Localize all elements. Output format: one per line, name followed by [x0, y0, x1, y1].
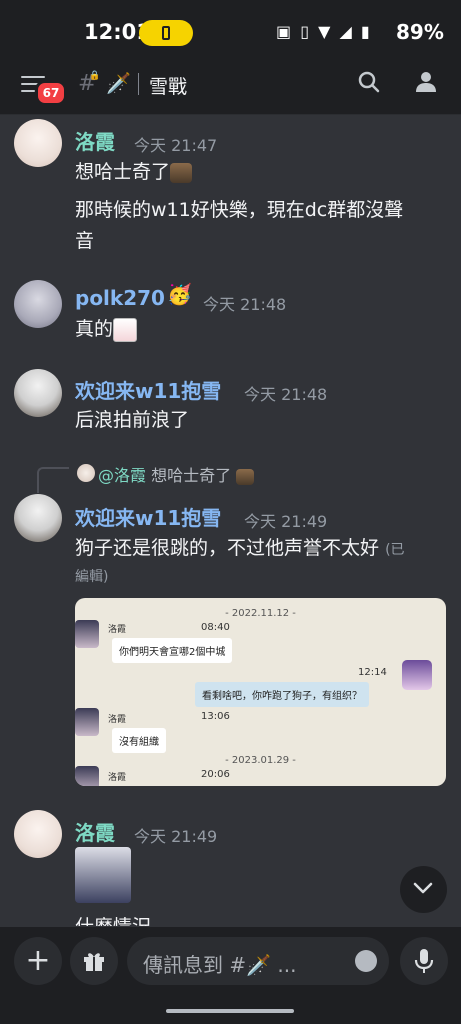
gift-icon	[84, 953, 104, 971]
timestamp: 20:06	[201, 769, 230, 780]
home-indicator	[166, 1009, 294, 1013]
anime-emoji-icon	[113, 317, 138, 342]
author-name[interactable]: 洛霞	[75, 126, 115, 155]
edited-label: 編輯)	[75, 569, 109, 585]
members-icon[interactable]	[413, 70, 439, 94]
channel-header: 67 # 🔒 🗡️ 雪戰	[0, 62, 461, 115]
battery-percent: 89%	[396, 20, 444, 44]
plus-icon: +	[25, 943, 51, 978]
avatar[interactable]	[14, 369, 62, 417]
party-emoji-icon: 🥳	[167, 282, 192, 306]
avatar	[75, 766, 99, 786]
sender-name: 洛霞	[108, 715, 127, 725]
timestamp: 12:14	[358, 667, 387, 678]
scroll-to-bottom-button[interactable]	[400, 866, 447, 913]
anime-sticker	[75, 847, 131, 903]
channel-emoji: 🗡️	[106, 71, 131, 95]
reply-avatar	[77, 464, 95, 482]
avatar	[402, 660, 432, 690]
cat-emoji-icon	[170, 162, 193, 183]
cat-emoji-icon	[236, 468, 255, 485]
date-divider: - 2022.11.12 -	[225, 608, 296, 619]
avatar	[75, 620, 99, 648]
timestamp: 今天 21:48	[203, 295, 287, 314]
author-name[interactable]: 欢迎来w11抱雪	[75, 502, 221, 531]
emoji-picker-icon[interactable]	[355, 950, 377, 972]
chevron-down-icon	[413, 882, 433, 894]
author-name[interactable]: polk270	[75, 286, 165, 310]
divider	[138, 73, 139, 95]
timestamp: 今天 21:48	[244, 385, 328, 404]
lock-icon: 🔒	[89, 71, 101, 81]
timestamp: 13:06	[201, 711, 230, 722]
timestamp: 今天 21:49	[134, 827, 218, 846]
microphone-icon	[414, 949, 434, 973]
add-attachment-button[interactable]: +	[14, 937, 62, 985]
reply-connector	[37, 467, 69, 493]
gift-button[interactable]	[70, 937, 118, 985]
status-icons: ▣ ▯ ▼ ◢ ▮	[276, 22, 372, 41]
voice-message-button[interactable]	[400, 937, 448, 985]
battery-saver-pill	[139, 20, 193, 46]
author-name[interactable]: 洛霞	[75, 817, 115, 846]
message-line: 音	[75, 230, 95, 252]
date-divider: - 2023.01.29 -	[225, 755, 296, 766]
chat-bubble: 看剩啥吧，你咋跑了狗子，有组织？	[195, 682, 369, 707]
sender-name: 洛霞	[108, 625, 127, 635]
chat-bubble: 你們明天會宣哪2個中城	[112, 638, 233, 663]
message-line: 狗子还是很跳的，不过他声誉不太好 (已	[75, 537, 405, 559]
search-icon[interactable]	[357, 70, 381, 94]
message-line: 那時候的w11好快樂，現在dc群都沒聲	[75, 199, 404, 221]
message-placeholder: 傳訊息到 #🗡️ ...	[143, 953, 297, 977]
channel-name[interactable]: 雪戰	[149, 72, 187, 99]
message-line: 后浪拍前浪了	[75, 409, 190, 431]
avatar	[75, 708, 99, 736]
avatar[interactable]	[14, 494, 62, 542]
chat-bubble: 沒有組織	[112, 728, 166, 753]
timestamp: 08:40	[201, 622, 230, 633]
author-name[interactable]: 欢迎来w11抱雪	[75, 375, 221, 404]
avatar[interactable]	[14, 810, 62, 858]
message-line: 真的	[75, 314, 138, 345]
sender-name: 洛霞	[108, 773, 127, 783]
status-bar: 12:01 ▣ ▯ ▼ ◢ ▮ 89%	[0, 0, 461, 62]
timestamp: 今天 21:49	[244, 512, 328, 531]
message-line: 想哈士奇了	[75, 157, 193, 188]
unread-badge: 67	[35, 80, 67, 106]
timestamp: 今天 21:47	[134, 136, 218, 155]
attached-image[interactable]: - 2022.11.12 - 洛霞 08:40 你們明天會宣哪2個中城 12:1…	[75, 598, 446, 786]
avatar[interactable]	[14, 119, 62, 167]
message-input[interactable]: 傳訊息到 #🗡️ ...	[127, 937, 389, 985]
avatar[interactable]	[14, 280, 62, 328]
message-line: 什麼情況	[75, 912, 151, 926]
reply-preview[interactable]: @洛霞 想哈士奇了	[98, 462, 255, 486]
